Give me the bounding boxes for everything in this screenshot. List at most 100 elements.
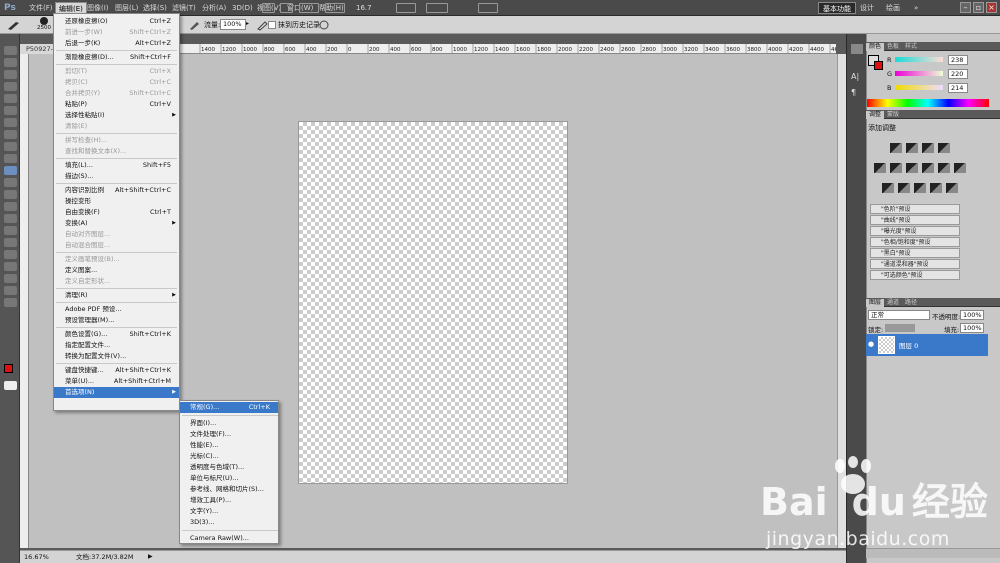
channel-slider-r[interactable] (895, 57, 943, 62)
edit-menu-item[interactable]: 清理(R) ▶ (54, 290, 179, 301)
edit-menu-item[interactable]: 自由变换(F) Ctrl+T (54, 207, 179, 218)
layer-row[interactable]: ● 图层 0 (866, 334, 988, 356)
flow-dropdown-icon[interactable]: ▸ (246, 20, 249, 27)
prefs-menu-item[interactable]: 界面(I)... (180, 418, 278, 429)
quick-select-tool-icon[interactable] (4, 82, 17, 91)
selective-color-adjust-icon[interactable] (946, 183, 958, 193)
prefs-menu-item[interactable]: 增效工具(P)... (180, 495, 278, 506)
edit-menu-item[interactable]: 变换(A) ▶ (54, 218, 179, 229)
edit-menu-item[interactable]: 合并拷贝(Y) Shift+Ctrl+C (54, 88, 179, 99)
menu-6[interactable]: 分析(A) (199, 2, 229, 14)
layer-visibility-eye-icon[interactable]: ● (868, 340, 876, 348)
adjust-preset-item[interactable]: "可选颜色"预设 (870, 270, 960, 280)
marquee-tool-icon[interactable] (4, 58, 17, 67)
airbrush-icon[interactable] (188, 19, 200, 31)
tab-paths[interactable]: 路径 (902, 299, 920, 307)
pen-tool-icon[interactable] (4, 214, 17, 223)
zoom-dropdown-icon[interactable] (325, 3, 345, 13)
minimize-icon[interactable]: – (960, 2, 971, 13)
brush-size-picker[interactable]: 2500 (34, 17, 54, 33)
arrange-documents-icon[interactable] (396, 3, 416, 13)
prefs-menu-item[interactable]: 3D(3)... (180, 517, 278, 528)
shape-tool-icon[interactable] (4, 250, 17, 259)
screen-mode-icon[interactable] (426, 3, 448, 13)
brightness-adjust-icon[interactable] (890, 143, 902, 153)
color-spectrum-bar[interactable] (867, 99, 989, 107)
transparent-canvas[interactable] (298, 121, 568, 484)
tab-adjustments[interactable]: 调整 (866, 111, 885, 119)
prefs-menu-item[interactable]: 文件处理(F)... (180, 429, 278, 440)
edit-menu-item[interactable]: 菜单(U)... Alt+Shift+Ctrl+M (54, 376, 179, 387)
invert-adjust-icon[interactable] (882, 183, 894, 193)
eraser-tool-icon[interactable] (4, 166, 17, 175)
adjust-preset-item[interactable]: "黑白"预设 (870, 248, 960, 258)
brush-tool-preset-icon[interactable] (6, 19, 22, 31)
tab-color[interactable]: 颜色 (866, 43, 885, 51)
edit-menu-item[interactable]: 操控变形 (54, 196, 179, 207)
edit-menu-item[interactable]: 清除(E) (54, 121, 179, 132)
prefs-menu-item[interactable]: 参考线、网格和切片(S)... (180, 484, 278, 495)
lock-options-icons[interactable] (885, 324, 915, 332)
opacity-input[interactable]: 100% (960, 310, 984, 320)
edit-menu-item[interactable]: 自动混合图层... (54, 240, 179, 251)
brush-tool-icon[interactable] (4, 130, 17, 139)
edit-menu-item[interactable]: 粘贴(P) Ctrl+V (54, 99, 179, 110)
curves-adjust-icon[interactable] (922, 143, 934, 153)
fill-input[interactable]: 100% (960, 323, 984, 333)
close-icon[interactable]: × (986, 2, 997, 13)
prefs-menu-item[interactable]: 性能(E)... (180, 440, 278, 451)
dodge-tool-icon[interactable] (4, 202, 17, 211)
channel-value-r[interactable]: 238 (948, 55, 968, 65)
prefs-menu-item[interactable]: 单位与标尺(U)... (180, 473, 278, 484)
erase-to-history-checkbox[interactable] (268, 21, 276, 29)
bridge-icon[interactable] (262, 3, 275, 13)
edit-menu-item[interactable]: 拷贝(C) Ctrl+C (54, 77, 179, 88)
bw-adjust-icon[interactable] (922, 163, 934, 173)
exposure-adjust-icon[interactable] (938, 143, 950, 153)
quick-mask-icon[interactable] (4, 381, 17, 390)
edit-menu-item[interactable]: 查找和替换文本(X)... (54, 146, 179, 157)
channel-value-g[interactable]: 220 (948, 69, 968, 79)
stamp-tool-icon[interactable] (4, 142, 17, 151)
restore-icon[interactable]: ▫ (973, 2, 984, 13)
history-panel-icon[interactable] (851, 44, 863, 54)
adjust-preset-item[interactable]: "曝光度"预设 (870, 226, 960, 236)
edit-menu-item[interactable]: 内容识别比例 Alt+Shift+Ctrl+C (54, 185, 179, 196)
color-balance-adjust-icon[interactable] (906, 163, 918, 173)
edit-menu-item[interactable]: 颜色设置(G)... Shift+Ctrl+K (54, 329, 179, 340)
edit-menu-item[interactable]: 自动对齐图层... (54, 229, 179, 240)
tab-swatches[interactable]: 色板 (884, 43, 902, 51)
edit-menu-item[interactable]: 还原橡皮擦(O) Ctrl+Z (54, 16, 179, 27)
tab-layers[interactable]: 图层 (866, 299, 885, 307)
workspace-design[interactable]: 设计 (856, 2, 878, 14)
edit-menu-item[interactable]: 预设管理器(M)... (54, 315, 179, 326)
eyedropper-tool-icon[interactable] (4, 106, 17, 115)
edit-menu-item[interactable]: 后退一步(K) Alt+Ctrl+Z (54, 38, 179, 49)
edit-menu-item[interactable]: 首选项(N) ▶ (54, 387, 179, 398)
edit-menu-item[interactable]: 指定配置文件... (54, 340, 179, 351)
workspace-paint[interactable]: 绘画 (882, 2, 904, 14)
workspace-basic[interactable]: 基本功能 (818, 2, 856, 14)
threshold-adjust-icon[interactable] (914, 183, 926, 193)
tablet-pressure-icon[interactable] (318, 19, 330, 31)
adjust-preset-item[interactable]: "通道混和器"预设 (870, 259, 960, 269)
foreground-color-swatch[interactable] (4, 364, 13, 373)
gradient-tool-icon[interactable] (4, 178, 17, 187)
edit-menu-item[interactable]: 定义画笔预设(B)... (54, 254, 179, 265)
status-arrow-icon[interactable]: ▶ (148, 551, 153, 563)
edit-menu-item[interactable]: 转换为配置文件(V)... (54, 351, 179, 362)
tab-channels[interactable]: 通道 (884, 299, 902, 307)
edit-menu-item[interactable]: 渐隐橡皮擦(D)... Shift+Ctrl+F (54, 52, 179, 63)
prefs-menu-item[interactable]: 文字(Y)... (180, 506, 278, 517)
3d-camera-tool-icon[interactable] (4, 274, 17, 283)
gradient-map-adjust-icon[interactable] (930, 183, 942, 193)
photo-filter-adjust-icon[interactable] (938, 163, 950, 173)
tab-masks[interactable]: 蒙版 (884, 111, 902, 119)
prefs-menu-item[interactable]: 透明度与色域(T)... (180, 462, 278, 473)
prefs-menu-item[interactable]: 常规(G)... Ctrl+K (180, 402, 278, 413)
edit-menu-item[interactable]: 定义自定形状... (54, 276, 179, 287)
crop-tool-icon[interactable] (4, 94, 17, 103)
hand-tool-icon[interactable] (4, 286, 17, 295)
levels-adjust-icon[interactable] (906, 143, 918, 153)
vibrance-adjust-icon[interactable] (874, 163, 886, 173)
